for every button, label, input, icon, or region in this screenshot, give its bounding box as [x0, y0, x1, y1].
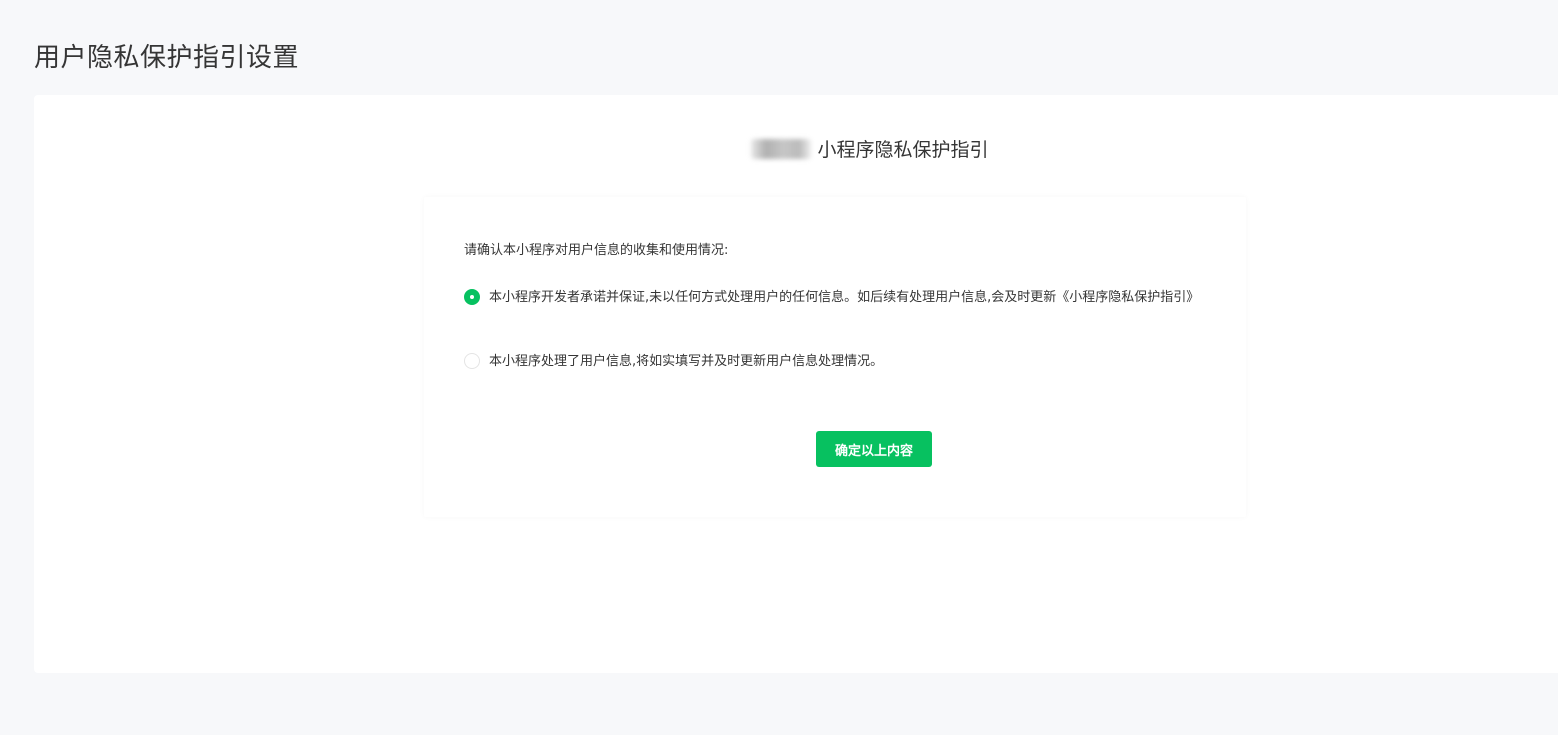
- redacted-app-name: [751, 139, 812, 159]
- guide-heading-text: 小程序隐私保护指引: [817, 139, 989, 161]
- radio-handles-user-info[interactable]: [464, 353, 480, 369]
- option-handles-user-info[interactable]: 本小程序处理了用户信息,将如实填写并及时更新用户信息处理情况。: [464, 350, 1249, 374]
- option-no-user-info[interactable]: 本小程序开发者承诺并保证,未以任何方式处理用户的任何信息。如后续有处理用户信息,…: [464, 286, 1249, 310]
- privacy-options-panel: 请确认本小程序对用户信息的收集和使用情况: 本小程序开发者承诺并保证,未以任何方…: [424, 197, 1246, 517]
- confirm-prompt: 请确认本小程序对用户信息的收集和使用情况:: [464, 243, 729, 258]
- guide-heading: 小程序隐私保护指引: [34, 135, 1558, 165]
- main-card: 小程序隐私保护指引 请确认本小程序对用户信息的收集和使用情况: 本小程序开发者承…: [34, 95, 1558, 673]
- confirm-button[interactable]: 确定以上内容: [816, 431, 932, 467]
- option-no-user-info-label[interactable]: 本小程序开发者承诺并保证,未以任何方式处理用户的任何信息。如后续有处理用户信息,…: [464, 286, 1249, 310]
- option-handles-user-info-label[interactable]: 本小程序处理了用户信息,将如实填写并及时更新用户信息处理情况。: [464, 350, 1249, 374]
- page-title: 用户隐私保护指引设置: [34, 43, 300, 73]
- radio-no-user-info[interactable]: [464, 289, 480, 305]
